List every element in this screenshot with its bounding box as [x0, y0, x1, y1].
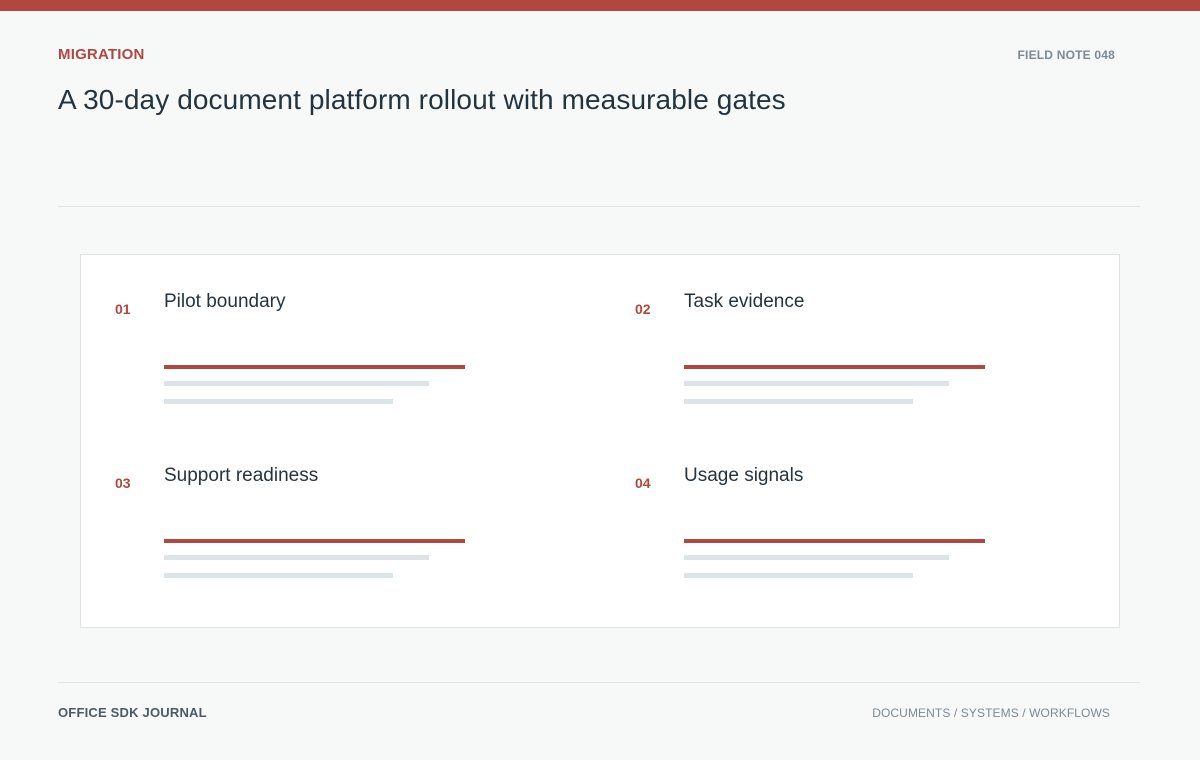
- publication-name: OFFICE SDK JOURNAL: [58, 705, 207, 720]
- text-placeholder-line: [684, 399, 913, 404]
- gate-item: 01 Pilot boundary: [115, 291, 535, 421]
- accent-rule: [164, 539, 465, 543]
- text-placeholder-line: [684, 573, 913, 578]
- gate-number: 02: [635, 301, 651, 317]
- gate-number: 01: [115, 301, 131, 317]
- gate-number: 04: [635, 475, 651, 491]
- text-placeholder-line: [164, 381, 429, 386]
- gate-item: 02 Task evidence: [635, 291, 1055, 421]
- gate-number: 03: [115, 475, 131, 491]
- divider: [58, 206, 1140, 207]
- gate-item: 03 Support readiness: [115, 465, 535, 595]
- accent-rule: [164, 365, 465, 369]
- page: MIGRATION FIELD NOTE 048 A 30-day docume…: [0, 0, 1200, 760]
- gate-label: Pilot boundary: [164, 291, 286, 312]
- divider: [58, 682, 1140, 683]
- gate-label: Support readiness: [164, 465, 319, 486]
- gates-panel: 01 Pilot boundary 02 Task evidence 03 Su…: [80, 254, 1120, 628]
- text-placeholder-line: [164, 573, 393, 578]
- text-placeholder-line: [164, 399, 393, 404]
- accent-bar: [0, 0, 1200, 11]
- gate-label: Usage signals: [684, 465, 804, 486]
- field-note-id: FIELD NOTE 048: [1017, 48, 1115, 62]
- section-breadcrumb: DOCUMENTS / SYSTEMS / WORKFLOWS: [872, 706, 1110, 720]
- gate-label: Task evidence: [684, 291, 805, 312]
- text-placeholder-line: [164, 555, 429, 560]
- accent-rule: [684, 365, 985, 369]
- text-placeholder-line: [684, 381, 949, 386]
- page-title: A 30-day document platform rollout with …: [58, 84, 786, 115]
- accent-rule: [684, 539, 985, 543]
- text-placeholder-line: [684, 555, 949, 560]
- category-label: MIGRATION: [58, 46, 145, 63]
- gate-item: 04 Usage signals: [635, 465, 1055, 595]
